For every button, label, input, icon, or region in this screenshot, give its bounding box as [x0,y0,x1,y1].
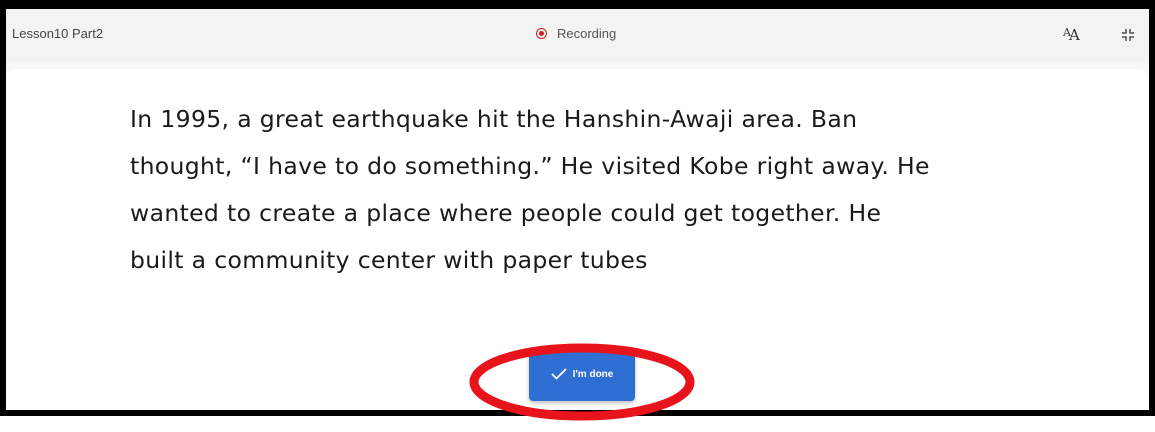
lesson-title: Lesson10 Part2 [12,26,104,41]
reading-card: In 1995, a great earthquake hit the Hans… [6,69,1149,410]
reading-passage: In 1995, a great earthquake hit the Hans… [130,105,930,274]
recording-dot-icon [536,28,547,39]
check-icon [551,368,567,380]
collapse-icon[interactable] [1121,28,1135,47]
done-button-label: I'm done [572,368,614,380]
recording-status: Recording [557,26,617,41]
reader-window: Lesson10 Part2 Recording AA In 1995, a g… [0,0,1155,416]
recording-indicator: Recording [536,26,616,41]
top-bar: Lesson10 Part2 Recording AA [6,9,1149,63]
font-size-icon[interactable]: AA [1063,25,1080,44]
done-button[interactable]: I'm done [529,347,635,401]
